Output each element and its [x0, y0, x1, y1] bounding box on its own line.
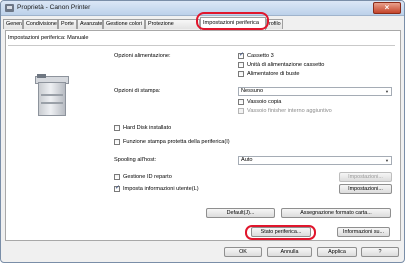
department-id-settings-button[interactable]: Impostazioni... — [339, 172, 392, 182]
checkbox-cassette-feeding-unit[interactable] — [238, 62, 244, 68]
spooling-select[interactable]: Auto ▼ — [238, 156, 392, 165]
tab-device-settings[interactable]: Impostazioni periferica — [200, 17, 266, 30]
settings-header: Impostazioni periferica: Manuale — [8, 35, 89, 41]
checkbox-envelope-feeder[interactable] — [238, 71, 244, 77]
paper-source-label: Opzioni alimentazione: — [114, 53, 171, 59]
about-button[interactable]: Informazioni su... — [337, 227, 390, 237]
apply-button[interactable]: Applica — [317, 247, 357, 257]
device-status-button[interactable]: Stato periferica... — [251, 227, 311, 237]
user-info-settings-button[interactable]: Impostazioni... — [339, 184, 392, 194]
tab-profile[interactable]: rofilo — [266, 19, 283, 29]
cancel-button[interactable]: Annulla — [267, 247, 312, 257]
hard-disk-label: Hard Disk installato — [123, 125, 172, 131]
paper-size-assignment-button[interactable]: Assegnazione formato carta... — [281, 208, 391, 218]
header-divider — [8, 45, 395, 46]
chevron-down-icon: ▼ — [385, 89, 389, 94]
spooling-value: Auto — [241, 157, 253, 163]
inner-finisher-tray-label: Vassoio finisher interno aggiuntivo — [247, 108, 332, 114]
output-options-label: Opzioni di stampa: — [114, 88, 161, 94]
output-options-value: Nessuno — [241, 88, 264, 94]
cassette-feeding-unit-label: Unità di alimentazione cassetto — [247, 62, 325, 68]
spooling-label: Spooling all'host: — [114, 157, 157, 163]
envelope-feeder-label: Alimentatore di buste — [247, 71, 300, 77]
printer-image — [35, 74, 69, 118]
checkbox-copy-tray[interactable] — [238, 99, 244, 105]
printer-icon — [5, 4, 14, 12]
printer-properties-window: Proprietà - Canon Printer × Generale Con… — [0, 0, 405, 263]
checkbox-hard-disk[interactable] — [114, 125, 120, 131]
tab-ports[interactable]: Porte — [58, 19, 77, 29]
department-id-label: Gestione ID reparto — [123, 174, 172, 180]
user-info-label: Imposta informazioni utente(L) — [123, 186, 199, 192]
checkbox-department-id[interactable] — [114, 174, 120, 180]
tab-advanced[interactable]: Avanzate — [77, 19, 103, 29]
output-options-select[interactable]: Nessuno ▼ — [238, 87, 392, 96]
checkbox-user-info[interactable] — [114, 184, 120, 192]
defaults-button[interactable]: Default(J)... — [206, 208, 275, 218]
help-button[interactable]: ? — [361, 247, 399, 257]
window-title: Proprietà - Canon Printer — [17, 4, 91, 11]
checkbox-inner-finisher-tray[interactable] — [238, 108, 244, 114]
secure-print-label: Funzione stampa protetta della periferic… — [123, 139, 230, 145]
tab-sharing[interactable]: Condivisione — [23, 19, 58, 29]
chevron-down-icon: ▼ — [385, 158, 389, 163]
tab-color-management[interactable]: Gestione colori — [103, 19, 145, 29]
title-bar[interactable]: Proprietà - Canon Printer × — [1, 1, 404, 16]
tab-general[interactable]: Generale — [3, 19, 23, 29]
close-button[interactable]: × — [373, 2, 401, 14]
tab-security[interactable]: Protezione — [145, 19, 200, 29]
copy-tray-label: Vassoio copia — [247, 99, 282, 105]
ok-button[interactable]: OK — [224, 247, 262, 257]
checkbox-cassette-3[interactable] — [238, 51, 244, 59]
checkbox-secure-print[interactable] — [114, 139, 120, 145]
cassette-3-label: Cassetto 3 — [247, 53, 274, 59]
